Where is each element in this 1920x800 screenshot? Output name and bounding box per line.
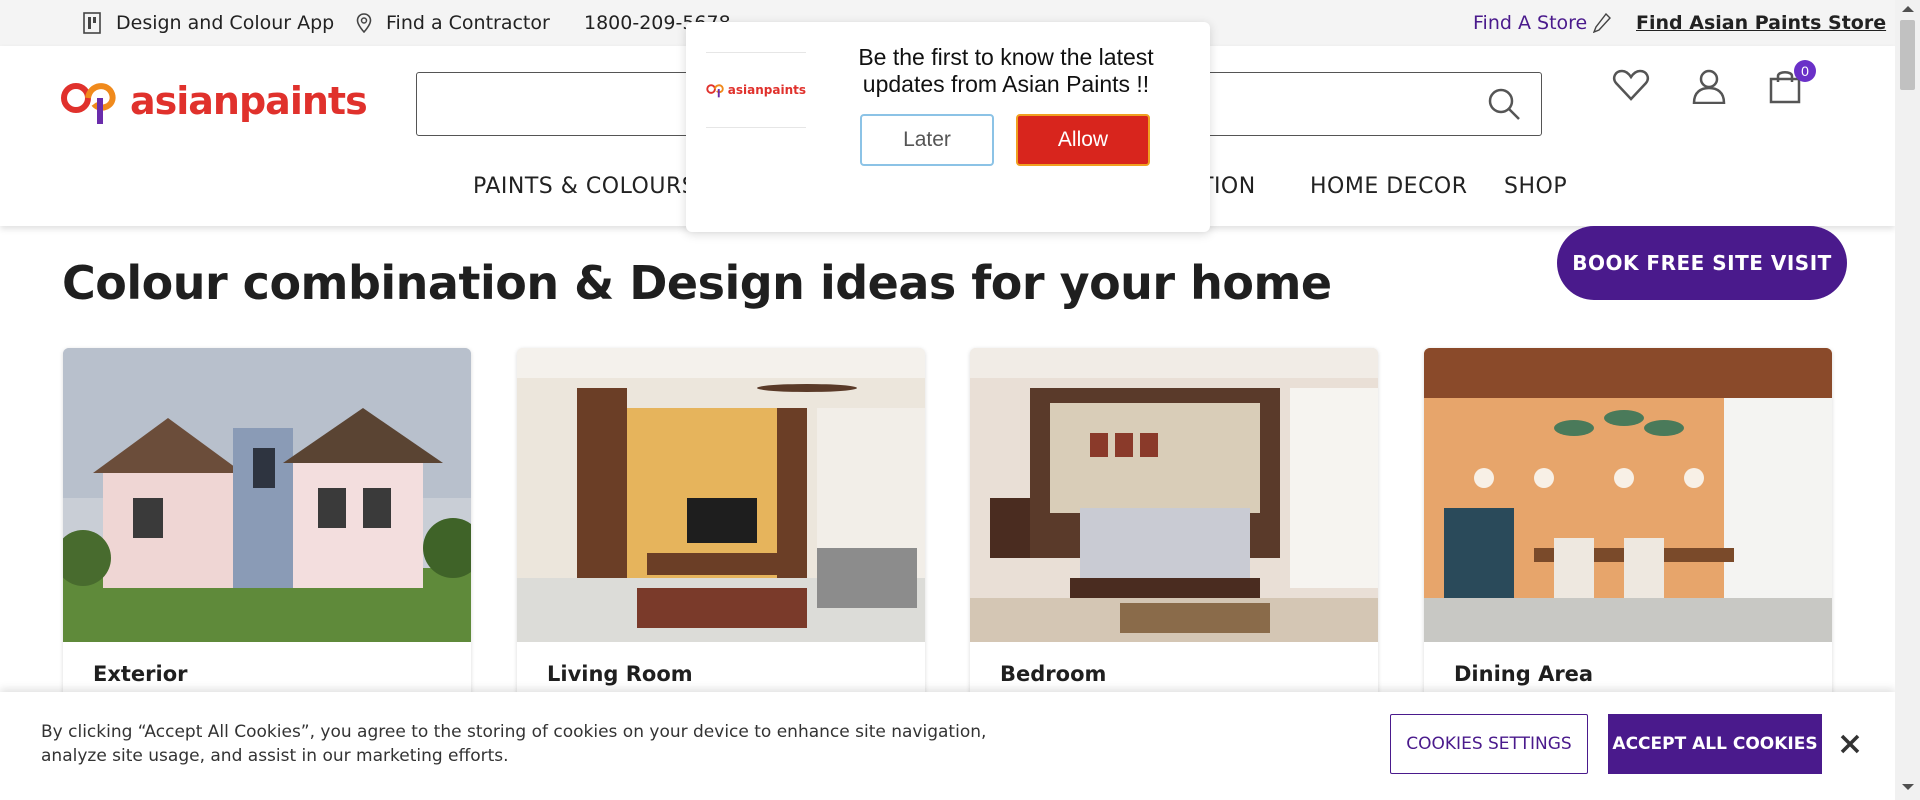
user-account-icon[interactable] [1692, 68, 1726, 104]
asianpaints-logo-mark [61, 83, 116, 124]
nav-paints-colours[interactable]: PAINTS & COLOURS [473, 174, 696, 199]
card-label: Bedroom [1000, 662, 1107, 686]
asianpaints-logo-mark [706, 84, 724, 98]
cart-button[interactable]: 0 [1768, 60, 1816, 109]
popup-logo: asianpaints [706, 52, 806, 128]
cart-count-badge: 0 [1794, 60, 1816, 82]
nav-shop[interactable]: SHOP [1504, 174, 1567, 199]
search-icon[interactable] [1487, 87, 1521, 121]
scroll-up-arrow-icon[interactable] [1902, 6, 1914, 12]
page-scrollbar[interactable] [1895, 0, 1920, 800]
logo-text: asianpaints [130, 79, 368, 123]
popup-logo-text: asianpaints [727, 83, 806, 97]
scroll-down-arrow-icon[interactable] [1902, 784, 1914, 790]
design-app-icon [83, 12, 101, 34]
card-living-room[interactable]: Living Room [517, 348, 925, 708]
card-label: Living Room [547, 662, 693, 686]
find-a-store-link[interactable]: Find A Store [1473, 0, 1612, 46]
later-button[interactable]: Later [860, 114, 994, 166]
card-dining-area[interactable]: Dining Area [1424, 348, 1832, 708]
card-label: Dining Area [1454, 662, 1594, 686]
exterior-image [63, 348, 471, 642]
allow-button[interactable]: Allow [1016, 114, 1150, 166]
cookie-consent-text: By clicking “Accept All Cookies”, you ag… [41, 722, 987, 766]
card-bedroom[interactable]: Bedroom [970, 348, 1378, 708]
dining-area-image [1424, 348, 1832, 642]
find-contractor-label: Find a Contractor [386, 12, 550, 34]
page-title: Colour combination & Design ideas for yo… [62, 256, 1332, 310]
find-asian-paints-store-link[interactable]: Find Asian Paints Store [1636, 0, 1886, 46]
close-icon [1840, 734, 1860, 754]
nav-home-decor[interactable]: HOME DECOR [1310, 174, 1468, 199]
scrollbar-thumb[interactable] [1900, 20, 1915, 90]
accept-all-cookies-button[interactable]: ACCEPT ALL COOKIES [1608, 714, 1822, 774]
living-room-image [517, 348, 925, 642]
wishlist-heart-icon[interactable] [1612, 68, 1650, 102]
pencil-icon [1593, 13, 1612, 33]
design-app-link[interactable]: Design and Colour App [82, 0, 334, 46]
location-pin-icon [356, 13, 372, 33]
design-app-label: Design and Colour App [116, 12, 335, 34]
card-label: Exterior [93, 662, 188, 686]
close-cookie-banner-button[interactable] [1832, 726, 1868, 762]
cookie-consent-banner: By clicking “Accept All Cookies”, you ag… [0, 692, 1895, 800]
cookies-settings-button[interactable]: COOKIES SETTINGS [1390, 714, 1588, 774]
bedroom-image [970, 348, 1378, 642]
card-exterior[interactable]: Exterior [63, 348, 471, 708]
push-notification-popup: asianpaints Be the first to know the lat… [686, 22, 1210, 232]
asianpaints-logo[interactable]: asianpaints [60, 76, 368, 126]
book-free-site-visit-button[interactable]: BOOK FREE SITE VISIT [1557, 226, 1847, 300]
popup-message: Be the first to know the latest updates … [858, 44, 1154, 97]
find-contractor-link[interactable]: Find a Contractor [356, 0, 550, 46]
